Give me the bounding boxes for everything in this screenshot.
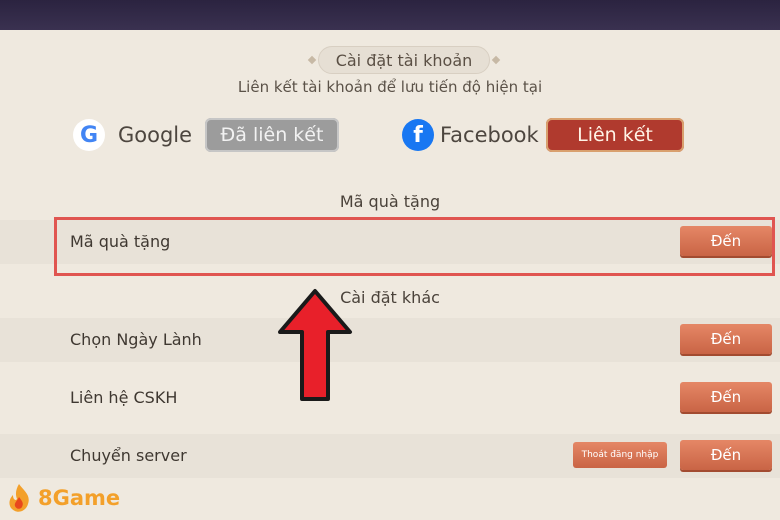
panel-title: Cài đặt tài khoản [318, 46, 490, 74]
change-server-go-button[interactable]: Đến [680, 440, 772, 470]
facebook-label: Facebook [440, 123, 539, 147]
flame-logo-icon [9, 484, 29, 512]
window-top-bar [0, 0, 780, 30]
google-linked-button[interactable]: Đã liên kết [205, 118, 339, 152]
account-link-row: G Google Đã liên kết f Facebook Liên kết [0, 112, 780, 158]
list-item-change-server: Chuyển server Thoát đăng nhập Đến [0, 434, 780, 478]
logout-button[interactable]: Thoát đăng nhập [573, 442, 667, 468]
panel-subtitle: Liên kết tài khoản để lưu tiến độ hiện t… [237, 78, 543, 96]
lucky-day-go-button[interactable]: Đến [680, 324, 772, 354]
facebook-icon: f [402, 119, 434, 151]
gift-section-title: Mã quà tặng [339, 192, 441, 211]
facebook-link-button[interactable]: Liên kết [546, 118, 684, 152]
watermark-logo: 8Game [4, 482, 124, 516]
google-icon: G [73, 119, 105, 151]
lucky-day-label: Chọn Ngày Lành [70, 330, 202, 349]
watermark-text: 8Game [38, 486, 121, 510]
google-label: Google [118, 123, 193, 147]
pointer-arrow-icon [278, 289, 352, 401]
change-server-label: Chuyển server [70, 446, 187, 465]
other-section-title: Cài đặt khác [340, 288, 440, 307]
list-item-support: Liên hệ CSKH Đến [0, 376, 780, 420]
list-item-lucky-day: Chọn Ngày Lành Đến [0, 318, 780, 362]
support-go-button[interactable]: Đến [680, 382, 772, 412]
support-label: Liên hệ CSKH [70, 388, 178, 407]
highlight-box [54, 217, 775, 276]
